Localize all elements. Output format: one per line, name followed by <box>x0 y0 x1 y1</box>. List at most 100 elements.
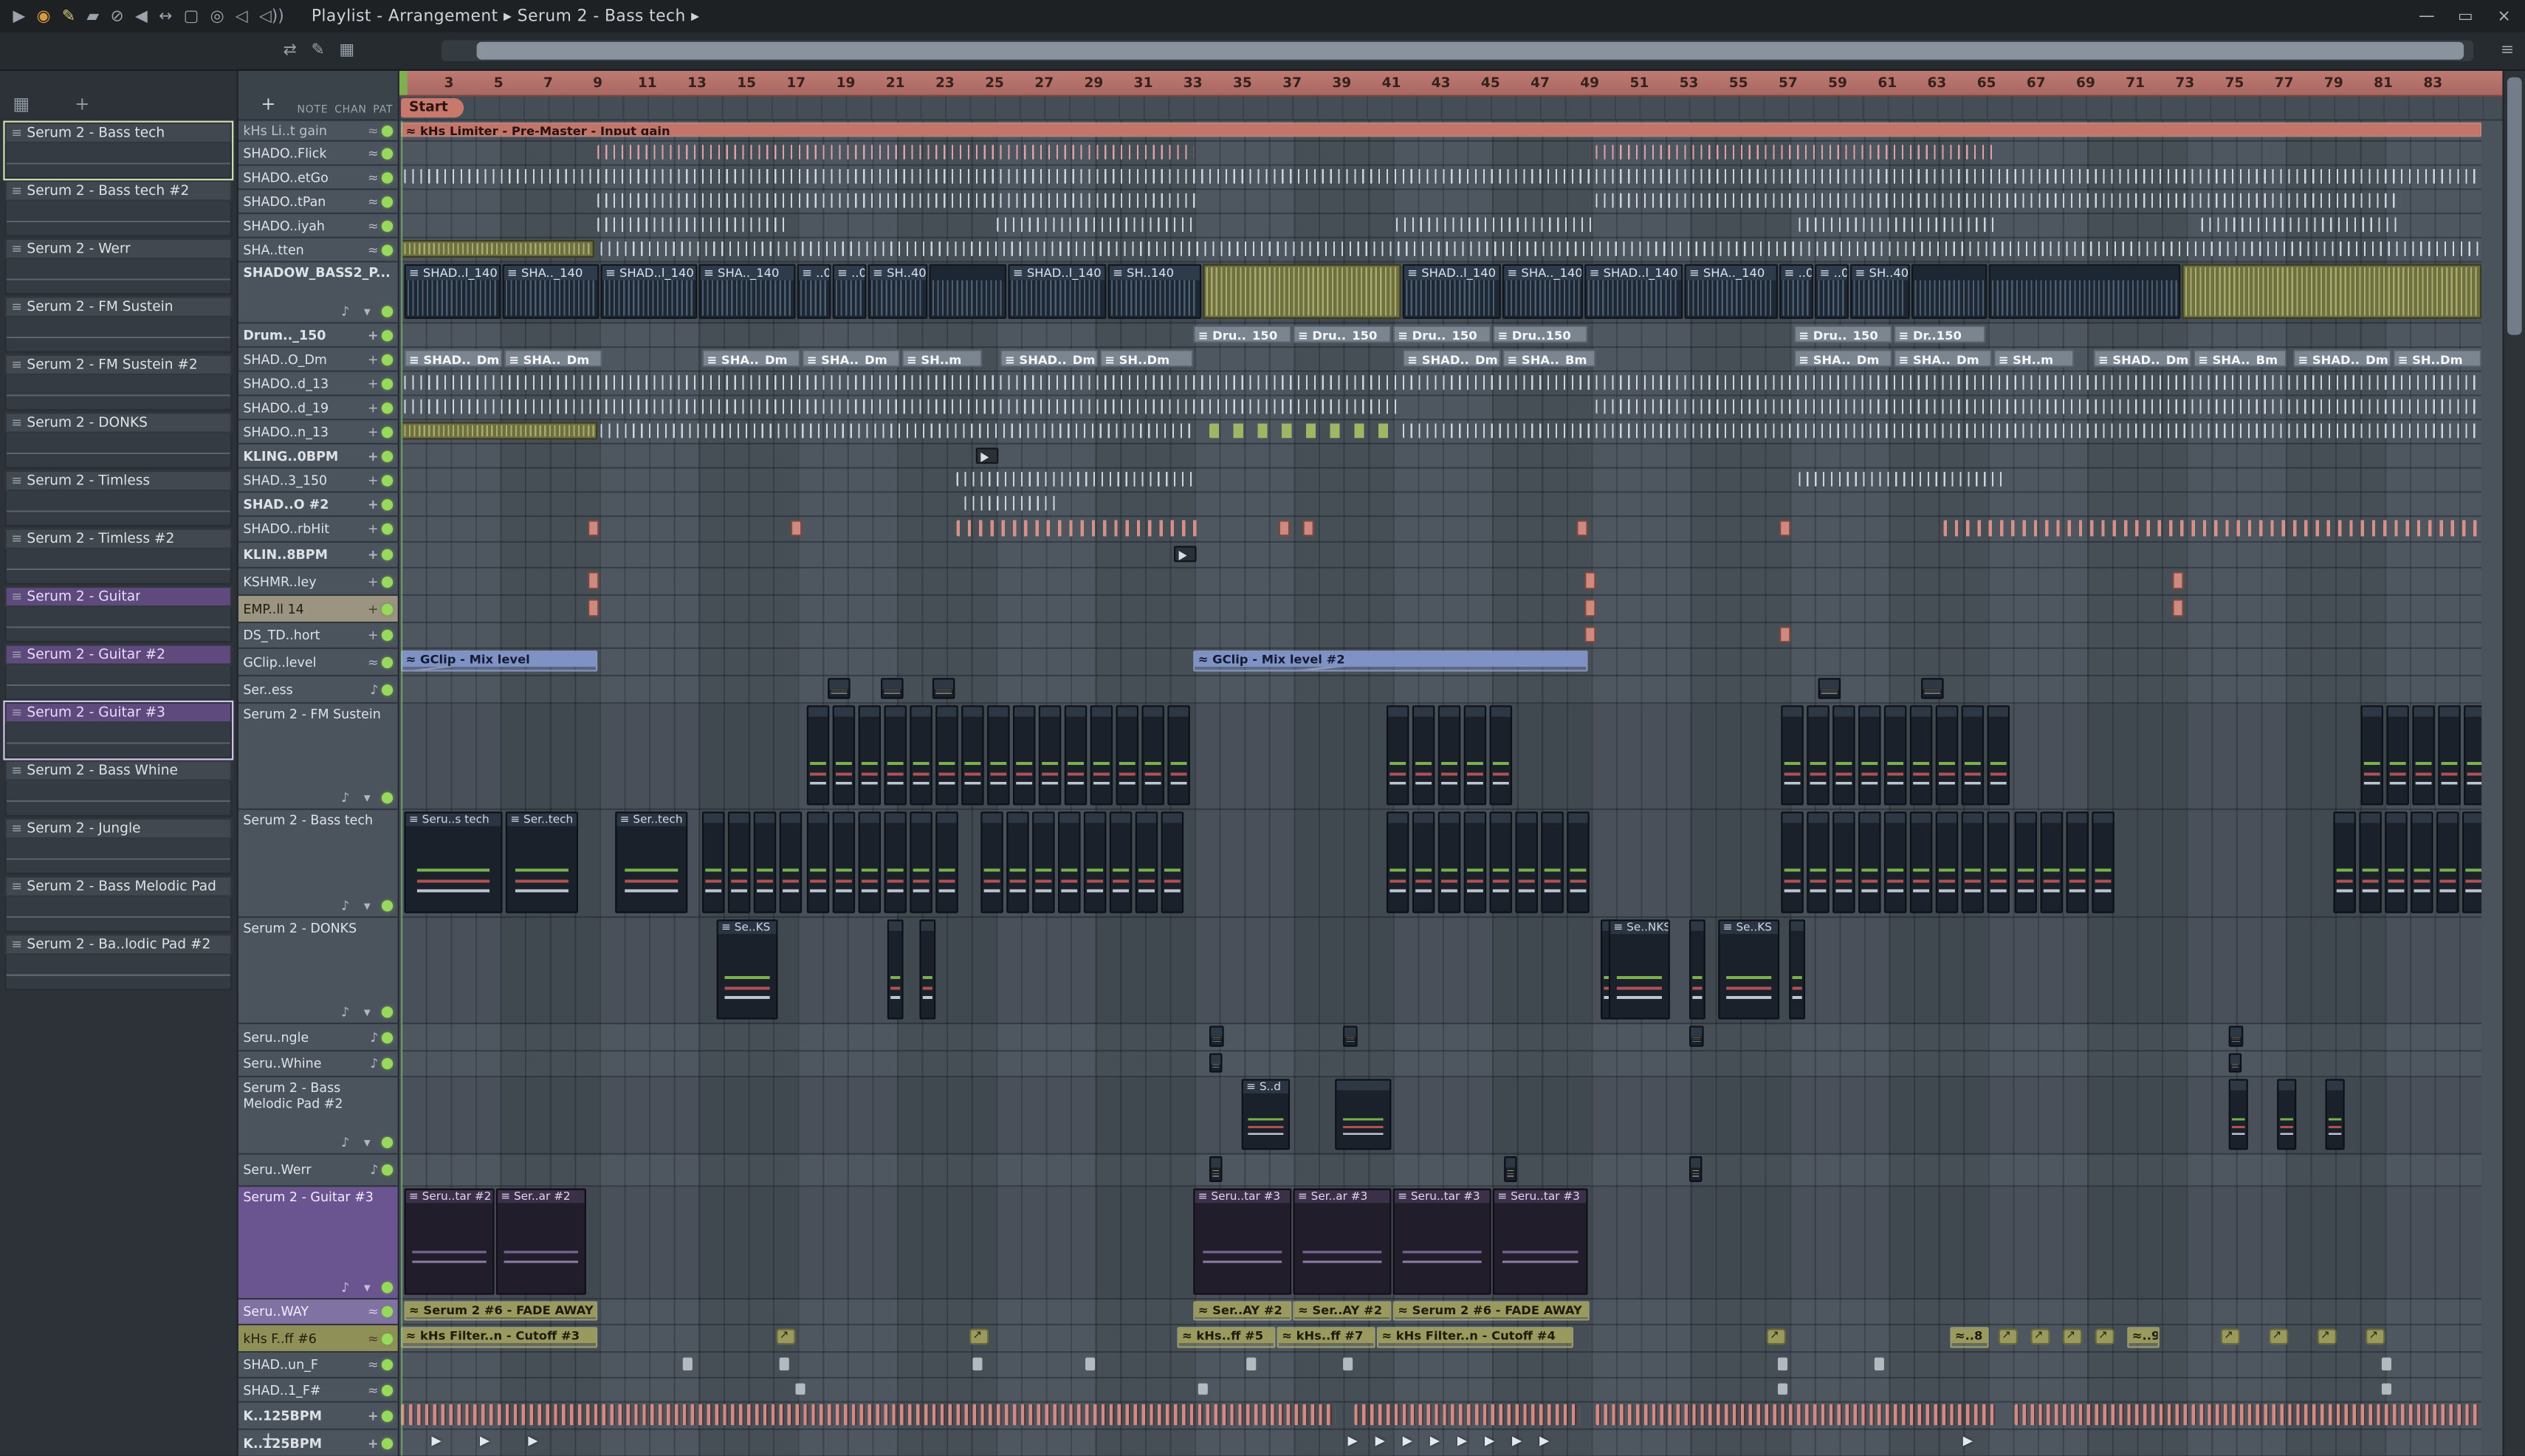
clip[interactable] <box>2360 705 2384 806</box>
clip[interactable] <box>1832 811 1855 913</box>
mute-led[interactable] <box>381 219 394 231</box>
clip[interactable] <box>2436 811 2459 913</box>
track-header[interactable]: Serum 2 - FM Sustein ♪ ▾ <box>238 704 398 811</box>
clip[interactable]: ≈ Ser..AY #2 <box>1293 1301 1392 1321</box>
clip[interactable] <box>1807 705 1830 806</box>
clip[interactable] <box>929 264 1007 319</box>
clip[interactable]: ≡ Se..KS <box>716 919 778 1020</box>
clip[interactable] <box>1874 1357 1884 1371</box>
clip[interactable] <box>401 239 594 258</box>
clip[interactable] <box>2030 1328 2050 1345</box>
track-lane[interactable]: ≈ kHs Filter..n - Cutoff #3≈ kHs..ff #5≈… <box>401 1325 2482 1353</box>
clip[interactable] <box>1777 1383 1788 1395</box>
clip[interactable] <box>1064 705 1088 806</box>
clip[interactable]: ≡ SH..m <box>1993 349 2075 368</box>
picker-panel-icon[interactable]: ▦ <box>13 94 30 114</box>
clip[interactable] <box>1504 1156 1517 1182</box>
clip[interactable] <box>1141 705 1164 806</box>
track-lane[interactable]: ≡ S..d <box>401 1077 2482 1155</box>
clip[interactable] <box>2269 1328 2289 1345</box>
track-lane[interactable] <box>401 704 2482 811</box>
track-header[interactable]: SHADO..rbHit + <box>238 517 398 543</box>
mute-led[interactable] <box>381 629 394 642</box>
clip[interactable] <box>1483 1435 1502 1449</box>
clip[interactable] <box>2412 705 2435 806</box>
clip[interactable] <box>1209 1053 1223 1073</box>
track-lane[interactable]: ≡ SHAD..l_140 ≡ SHA.._140 ≡ SHAD..l_140 ≡ S… <box>401 262 2482 324</box>
clip[interactable]: ≡ SHAD.._Dm <box>2292 349 2391 368</box>
clip[interactable] <box>832 705 856 806</box>
clip[interactable] <box>404 375 2478 390</box>
clip[interactable] <box>404 399 1403 414</box>
track-header[interactable]: SHAD..O #2 + <box>238 492 398 518</box>
clip[interactable] <box>1006 811 1029 913</box>
clip[interactable] <box>1961 811 1985 913</box>
clip[interactable] <box>1396 217 1596 233</box>
clip[interactable] <box>1012 705 1036 806</box>
track-lane[interactable] <box>401 1430 2481 1456</box>
tab-chan[interactable]: CHAN <box>334 103 366 116</box>
clip[interactable]: ≡ Seru..tar #2 <box>404 1188 495 1295</box>
clip[interactable] <box>1799 472 2008 487</box>
playhead[interactable] <box>401 120 403 1456</box>
track-lane[interactable] <box>401 517 2482 543</box>
clip[interactable] <box>956 520 1198 537</box>
clip[interactable] <box>1412 705 1435 806</box>
track-header[interactable]: KLING..0BPM + <box>238 444 398 469</box>
track-lane[interactable]: ≡ SHAD.._Dm ≡ SHA.._Dm ≡ SHA.._Dm ≡ SHA.._D… <box>401 348 2482 372</box>
clip[interactable] <box>1935 811 1959 913</box>
clip[interactable] <box>1961 705 1985 806</box>
track-lane[interactable] <box>401 372 2482 396</box>
track-lane[interactable] <box>401 469 2482 493</box>
clip[interactable] <box>956 472 1198 487</box>
track-lane[interactable]: ≈ Serum 2 #6 - FADE AWAY ≈ Ser..AY #2 ≈ Se… <box>401 1299 2482 1326</box>
marker-lane[interactable]: Start <box>399 96 2503 121</box>
mute-tool-icon[interactable]: ◀ <box>135 7 148 25</box>
clip[interactable]: ≈ kHs..ff #5 <box>1177 1327 1276 1348</box>
track-lane[interactable]: ≈ GClip - Mix level ≈ GClip - Mix level #… <box>401 649 2482 677</box>
clip[interactable]: ≡ Se..KS <box>1718 919 1780 1020</box>
clip[interactable] <box>1576 520 1588 537</box>
clip[interactable] <box>1584 626 1596 643</box>
pattern-item[interactable]: ≡ Serum 2 - Guitar <box>4 586 233 643</box>
clip[interactable] <box>1463 811 1487 913</box>
clip[interactable] <box>1174 546 1197 563</box>
track-lane[interactable] <box>401 1051 2482 1078</box>
track-lane[interactable]: ≡ Dru.._150 ≡ Dru.._150 ≡ Dru.._150 ≡ Dru..… <box>401 323 2482 348</box>
clip[interactable]: ≡ S..d <box>1241 1079 1291 1150</box>
clip[interactable] <box>1858 705 1881 806</box>
track-header[interactable]: kHs Li..t gain ≈ <box>238 120 398 142</box>
clip[interactable]: ≡ SHA.._Bm <box>2193 349 2287 368</box>
mute-led[interactable] <box>381 523 394 535</box>
clip[interactable] <box>1335 1079 1392 1150</box>
clip[interactable] <box>1302 520 1314 537</box>
clip[interactable] <box>1246 1357 1257 1371</box>
mute-led[interactable] <box>381 1136 394 1149</box>
pattern-item[interactable]: ≡ Serum 2 - Timless <box>4 470 233 527</box>
pattern-item[interactable]: ≡ Serum 2 - Bass Melodic Pad <box>4 876 233 933</box>
pattern-item[interactable]: ≡ Serum 2 - Guitar #2 <box>4 644 233 701</box>
clip[interactable]: ≡ Dru..150 <box>1492 325 1588 343</box>
mute-led[interactable] <box>381 244 394 255</box>
track-header[interactable]: GClip..level ≈ <box>238 648 398 677</box>
clip[interactable] <box>1807 811 1830 913</box>
mute-led[interactable] <box>381 450 394 461</box>
clip[interactable]: ≡ SHA.._Dm <box>1793 349 1892 368</box>
clip[interactable] <box>932 678 955 699</box>
clip[interactable] <box>1584 599 1596 617</box>
mute-led[interactable] <box>381 171 394 183</box>
playback-tool-icon[interactable]: ◁ <box>236 7 248 25</box>
track-lane[interactable]: ≡ Seru..s tech ≡ Ser..tech ≡ Ser..tech <box>401 810 2482 918</box>
clip[interactable] <box>1429 1435 1448 1449</box>
clip[interactable] <box>1386 705 1409 806</box>
mute-led[interactable] <box>381 1359 394 1371</box>
clip[interactable]: ≡ ..0 <box>1779 264 1813 319</box>
chevron-down-icon[interactable]: ▾ <box>364 791 371 806</box>
clip[interactable] <box>1412 811 1435 913</box>
track-lane[interactable] <box>401 214 2482 238</box>
clip[interactable] <box>884 811 907 913</box>
clip[interactable] <box>2066 811 2089 913</box>
preview-speaker-icon[interactable]: ◁)) <box>259 7 284 25</box>
clip[interactable]: ≡ Dru.._150 <box>1293 325 1392 343</box>
clip[interactable] <box>980 811 1003 913</box>
